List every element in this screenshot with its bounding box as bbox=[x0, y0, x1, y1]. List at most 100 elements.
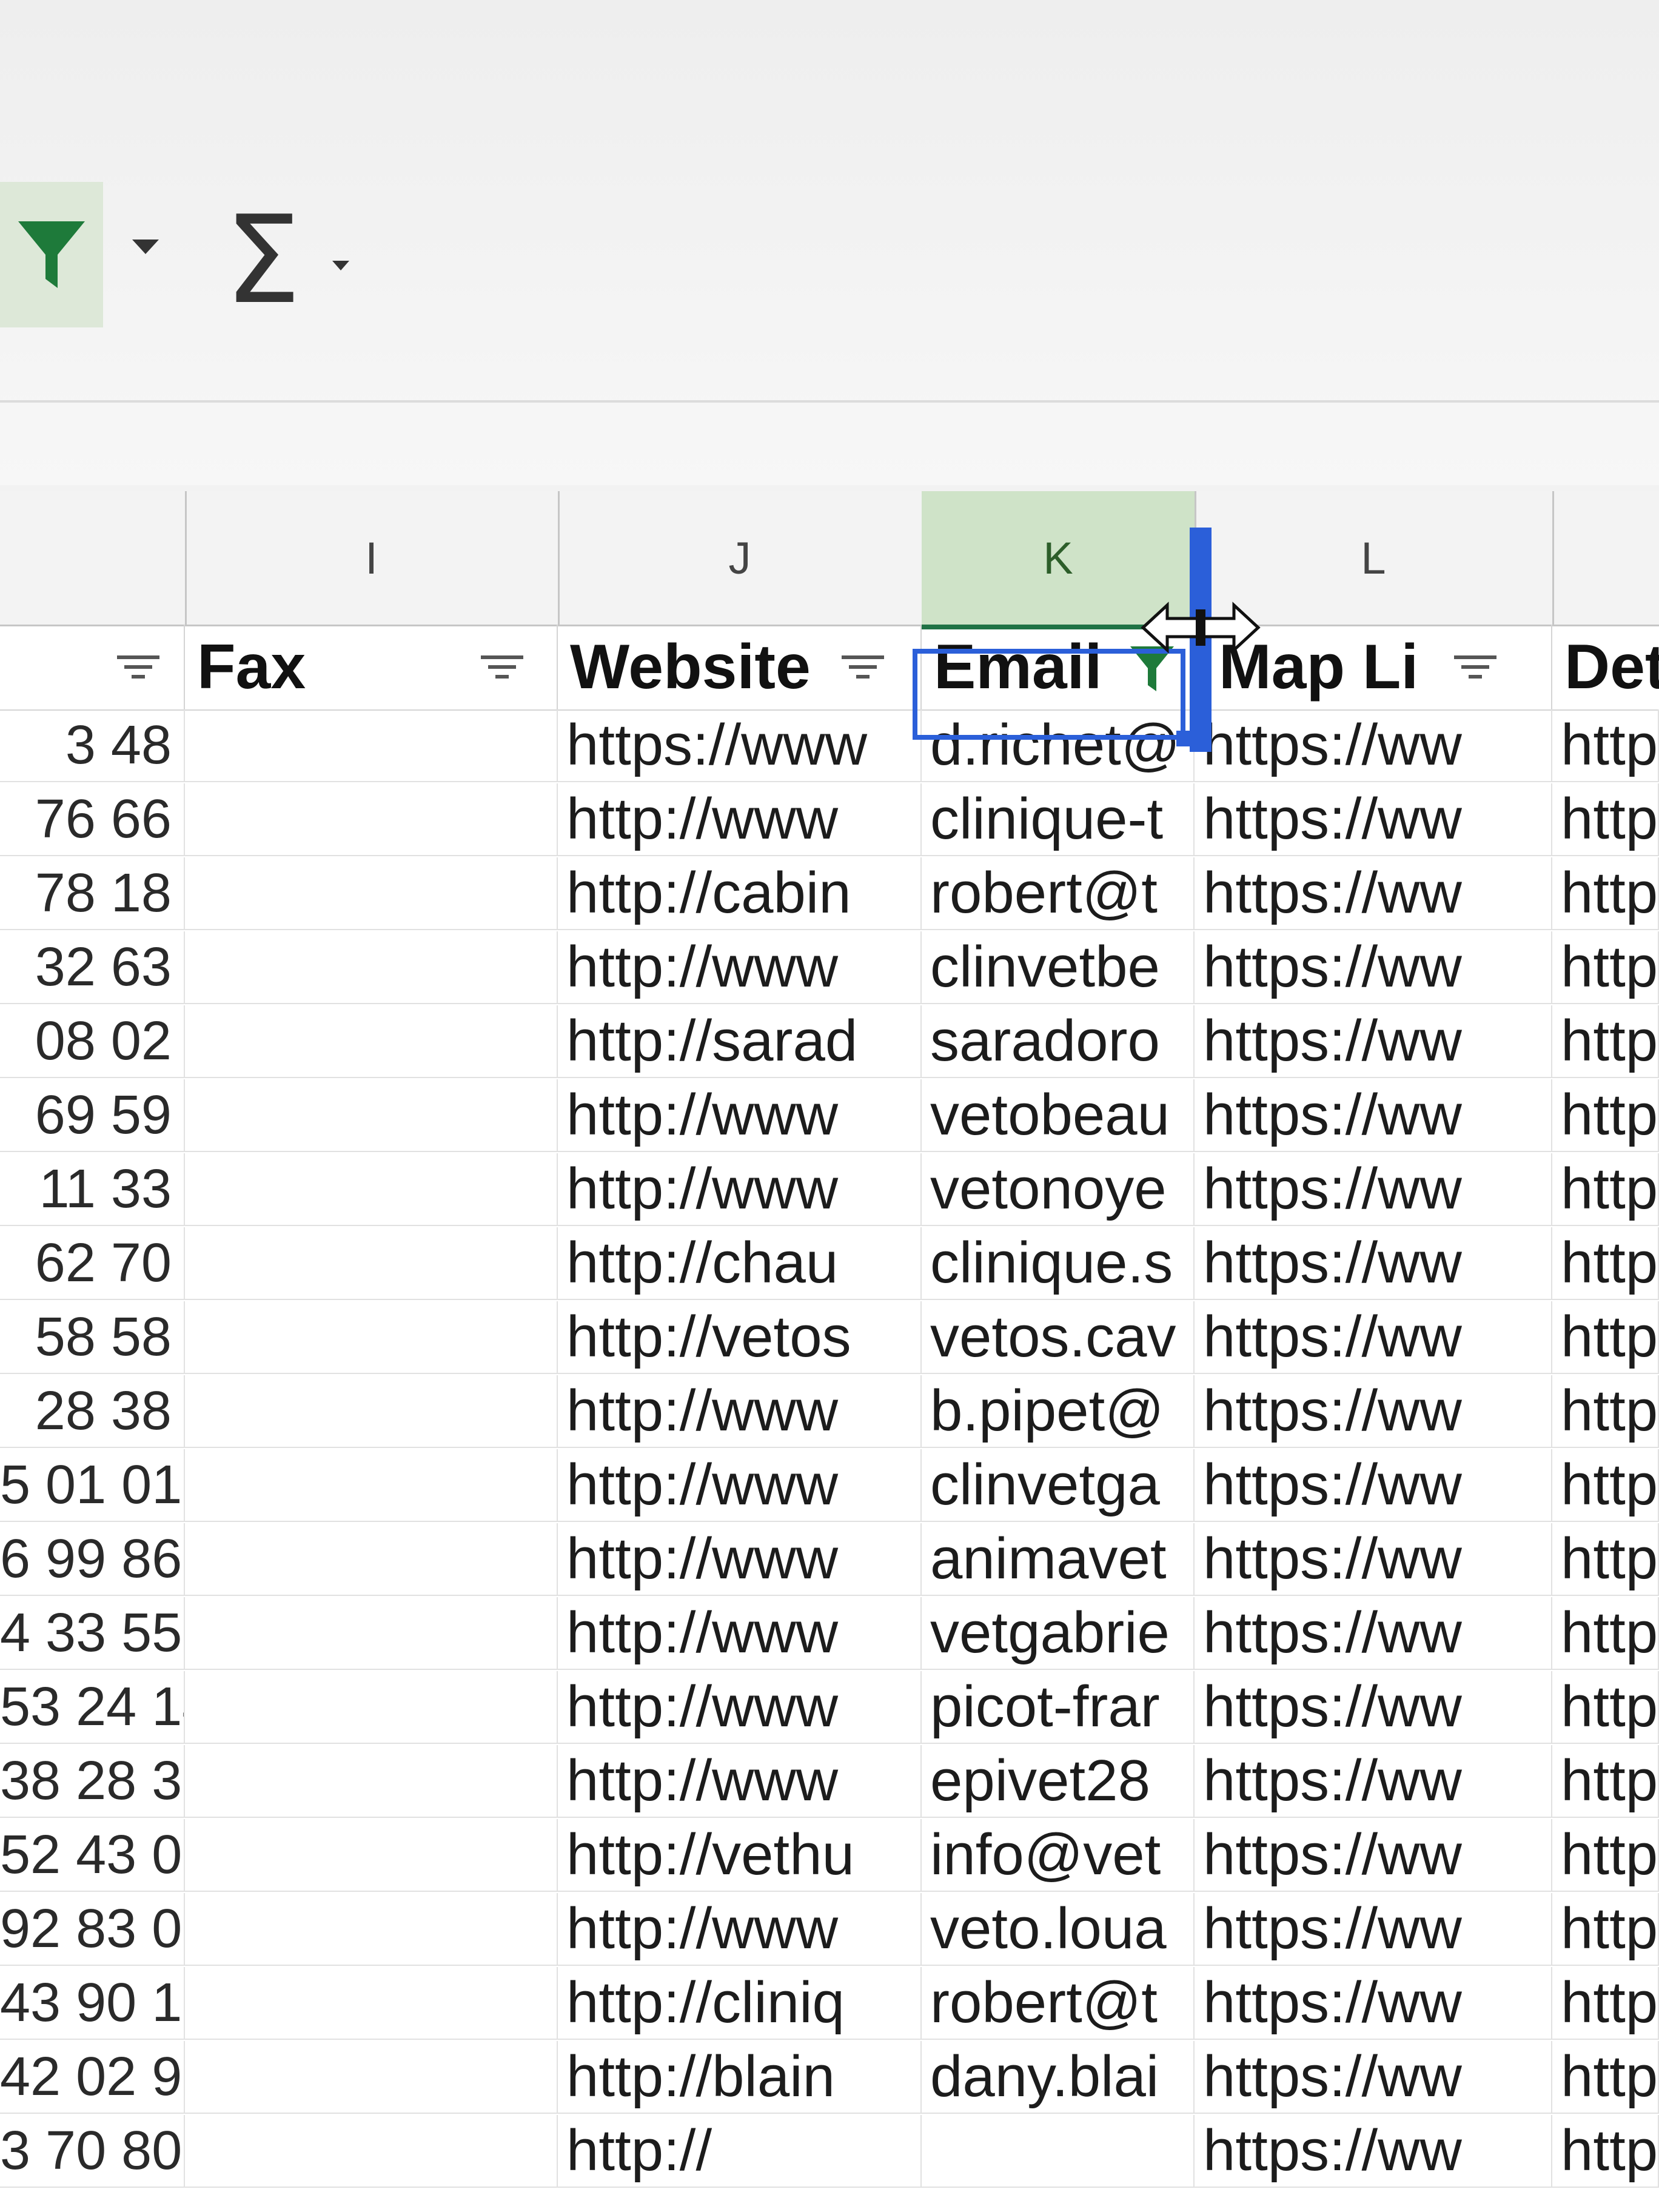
cell-website[interactable]: http://www bbox=[558, 1893, 922, 1965]
cell-map-link[interactable]: https://ww bbox=[1195, 1819, 1552, 1891]
cell-map-link[interactable]: https://ww bbox=[1195, 1375, 1552, 1447]
cell-phone[interactable]: 08 02 bbox=[0, 1005, 185, 1077]
cell-phone[interactable]: 78 18 bbox=[0, 857, 185, 929]
table-row[interactable]: 3 70 80 70 http:// https://wwhttps://w bbox=[0, 2115, 1659, 2188]
cell-phone[interactable]: 52 43 03 bbox=[0, 1819, 185, 1891]
cell-details[interactable]: https:/ bbox=[1552, 1079, 1659, 1151]
cell-details[interactable]: https://w bbox=[1552, 2041, 1659, 2113]
cell-details[interactable]: http bbox=[1552, 709, 1659, 781]
active-cell-selection[interactable] bbox=[913, 649, 1185, 740]
cell-website[interactable]: http://www bbox=[558, 1153, 922, 1225]
cell-website[interactable]: https://www bbox=[558, 709, 922, 781]
cell-email[interactable]: dany.blai bbox=[922, 2041, 1195, 2113]
cell-map-link[interactable]: https://ww bbox=[1195, 857, 1552, 929]
cell-fax[interactable] bbox=[185, 1967, 558, 2039]
cell-details[interactable]: https bbox=[1552, 783, 1659, 855]
table-row[interactable]: 6 99 86 http://wwwanimavethttps://wwhttps… bbox=[0, 1523, 1659, 1596]
cell-email[interactable]: veto.loua bbox=[922, 1893, 1195, 1965]
cell-phone[interactable]: 6 99 86 bbox=[0, 1523, 185, 1595]
cell-details[interactable]: https:// bbox=[1552, 1375, 1659, 1447]
cell-map-link[interactable]: https://ww bbox=[1195, 1227, 1552, 1299]
cell-fax[interactable] bbox=[185, 1375, 558, 1447]
cell-phone[interactable]: 62 70 bbox=[0, 1227, 185, 1299]
cell-map-link[interactable]: https://ww bbox=[1195, 1893, 1552, 1965]
cell-website[interactable]: http://www bbox=[558, 1449, 922, 1521]
cell-phone[interactable]: 4 33 55 bbox=[0, 1597, 185, 1669]
cell-details[interactable]: https:/ bbox=[1552, 1301, 1659, 1373]
cell-website[interactable]: http://chau bbox=[558, 1227, 922, 1299]
cell-website[interactable]: http://vetos bbox=[558, 1301, 922, 1373]
cell-website[interactable]: http://cabin bbox=[558, 857, 922, 929]
cell-website[interactable]: http://www bbox=[558, 783, 922, 855]
cell-details[interactable]: https://w bbox=[1552, 1967, 1659, 2039]
cell-website[interactable]: http://www bbox=[558, 931, 922, 1003]
table-row[interactable]: 76 66 http://wwwclinique-thttps://wwhttps bbox=[0, 783, 1659, 856]
cell-website[interactable]: http://sarad bbox=[558, 1005, 922, 1077]
cell-fax[interactable] bbox=[185, 1597, 558, 1669]
cell-phone[interactable]: 43 90 10 bbox=[0, 1967, 185, 2039]
table-row[interactable]: 42 02 91 http://blaindany.blaihttps://wwh… bbox=[0, 2041, 1659, 2114]
cell-phone[interactable]: 11 33 bbox=[0, 1153, 185, 1225]
cell-details[interactable]: https:/ bbox=[1552, 1227, 1659, 1299]
cell-email[interactable]: b.pipet@ bbox=[922, 1375, 1195, 1447]
cell-website[interactable]: http://www bbox=[558, 1671, 922, 1743]
cell-website[interactable]: http://cliniq bbox=[558, 1967, 922, 2039]
cell-phone[interactable]: 76 66 bbox=[0, 783, 185, 855]
cell-phone[interactable]: 32 63 bbox=[0, 931, 185, 1003]
cell-fax[interactable] bbox=[185, 1893, 558, 1965]
cell-fax[interactable] bbox=[185, 1227, 558, 1299]
table-row[interactable]: 08 02 http://saradsaradorohttps://wwhttps… bbox=[0, 1005, 1659, 1078]
cell-details[interactable]: https://w bbox=[1552, 1819, 1659, 1891]
table-row[interactable]: 78 18 http://cabinrobert@thttps://wwhttps bbox=[0, 857, 1659, 930]
cell-map-link[interactable]: https://ww bbox=[1195, 931, 1552, 1003]
sort-filter-button[interactable] bbox=[0, 182, 103, 327]
cell-map-link[interactable]: https://ww bbox=[1195, 1745, 1552, 1817]
cell-email[interactable]: saradoro bbox=[922, 1005, 1195, 1077]
cell-email[interactable]: clinvetga bbox=[922, 1449, 1195, 1521]
cell-fax[interactable] bbox=[185, 2115, 558, 2187]
cell-website[interactable]: http://www bbox=[558, 1745, 922, 1817]
cell-phone[interactable]: 3 48 bbox=[0, 709, 185, 781]
table-row[interactable]: 3 48 https://www d.richet@ https://ww http bbox=[0, 709, 1659, 782]
cell-email[interactable]: clinique-t bbox=[922, 783, 1195, 855]
cell-map-link[interactable]: https://ww bbox=[1195, 1079, 1552, 1151]
cell-email[interactable]: clinvetbe bbox=[922, 931, 1195, 1003]
cell-map-link[interactable]: https://ww bbox=[1195, 2041, 1552, 2113]
cell-email[interactable]: vetos.cav bbox=[922, 1301, 1195, 1373]
cell-phone[interactable]: 42 02 91 bbox=[0, 2041, 185, 2113]
cell-details[interactable]: https: bbox=[1552, 931, 1659, 1003]
cell-email[interactable]: vetgabrie bbox=[922, 1597, 1195, 1669]
cell-map-link[interactable]: https://ww bbox=[1195, 709, 1552, 781]
cell-website[interactable]: http://www bbox=[558, 1523, 922, 1595]
cell-map-link[interactable]: https://ww bbox=[1195, 1671, 1552, 1743]
table-row[interactable]: 58 58 http://vetos vetos.cav https://ww http… bbox=[0, 1301, 1659, 1374]
cell-fax[interactable] bbox=[185, 1819, 558, 1891]
filter-dropdown-icon[interactable] bbox=[115, 644, 161, 690]
cell-website[interactable]: http://blain bbox=[558, 2041, 922, 2113]
table-row[interactable]: 43 90 10 http://cliniqrobert@thttps://wwh… bbox=[0, 1967, 1659, 2040]
cell-fax[interactable] bbox=[185, 1523, 558, 1595]
cell-map-link[interactable]: https://ww bbox=[1195, 1005, 1552, 1077]
cell-email[interactable] bbox=[922, 2115, 1195, 2187]
cell-phone[interactable]: 3 70 80 70 bbox=[0, 2115, 185, 2187]
cell-map-link[interactable]: https://ww bbox=[1195, 1153, 1552, 1225]
cell-website[interactable]: http://www bbox=[558, 1079, 922, 1151]
chevron-down-icon[interactable] bbox=[132, 240, 159, 254]
column-header-h[interactable] bbox=[0, 491, 187, 625]
column-header-m[interactable] bbox=[1552, 491, 1659, 625]
table-row[interactable]: 92 83 02 http://wwwveto.louahttps://wwhtt… bbox=[0, 1893, 1659, 1966]
cell-phone[interactable]: 58 58 bbox=[0, 1301, 185, 1373]
filter-dropdown-icon[interactable] bbox=[1452, 644, 1498, 690]
cell-email[interactable]: clinique.s bbox=[922, 1227, 1195, 1299]
filter-dropdown-icon[interactable] bbox=[479, 644, 525, 690]
cell-fax[interactable] bbox=[185, 1745, 558, 1817]
cell-details[interactable]: https://w bbox=[1552, 1671, 1659, 1743]
cell-fax[interactable] bbox=[185, 783, 558, 855]
cell-fax[interactable] bbox=[185, 1449, 558, 1521]
cell-details[interactable]: https://w bbox=[1552, 1597, 1659, 1669]
autosum-sigma-icon[interactable]: Σ bbox=[224, 200, 301, 321]
table-row[interactable]: 38 28 33 http://wwwepivet28https://wwhttp… bbox=[0, 1745, 1659, 1818]
cell-fax[interactable] bbox=[185, 1671, 558, 1743]
cell-details[interactable]: https://w bbox=[1552, 1745, 1659, 1817]
table-row[interactable]: 4 33 55 http://www vetgabrie https://ww http… bbox=[0, 1597, 1659, 1670]
